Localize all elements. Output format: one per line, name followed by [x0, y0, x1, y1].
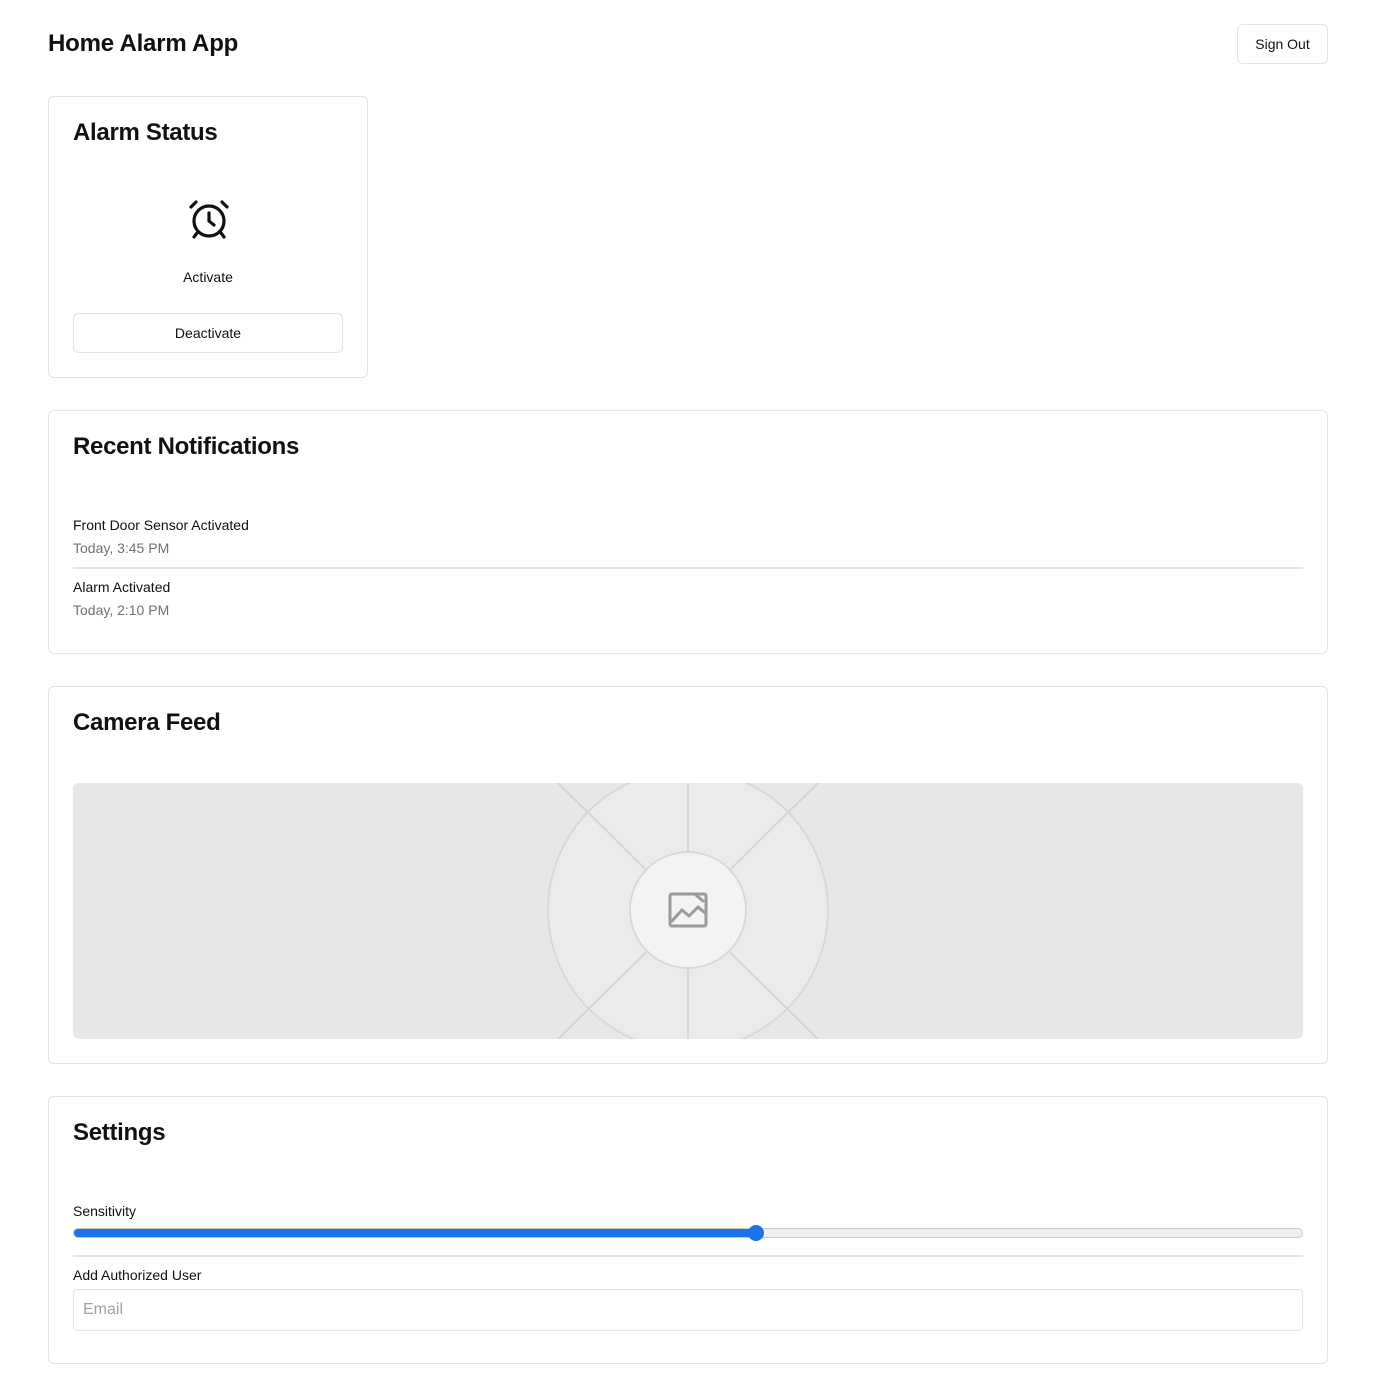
- sign-out-button[interactable]: Sign Out: [1237, 24, 1328, 64]
- app-header: Home Alarm App Sign Out: [48, 24, 1328, 64]
- notification-time: Today, 2:10 PM: [73, 602, 170, 618]
- sensitivity-label: Sensitivity: [73, 1203, 137, 1219]
- settings-card: Settings Sensitivity Add Authorized User: [48, 1096, 1328, 1364]
- alarm-state-label: Activate: [183, 269, 233, 285]
- notification-title: Front Door Sensor Activated: [73, 517, 249, 533]
- camera-feed-card: Camera Feed: [48, 686, 1328, 1064]
- slider-thumb[interactable]: [747, 1225, 764, 1241]
- divider: [73, 1255, 1303, 1257]
- divider: [73, 567, 1303, 569]
- notifications-title: Recent Notifications: [73, 433, 300, 460]
- alarm-status-card: Alarm Status Activate Deactivate: [48, 96, 368, 378]
- email-field[interactable]: [73, 1289, 1303, 1331]
- page: Home Alarm App Sign Out Alarm Status Act…: [0, 0, 1376, 1388]
- deactivate-button[interactable]: Deactivate: [73, 313, 343, 353]
- camera-feed-title: Camera Feed: [73, 709, 221, 736]
- settings-title: Settings: [73, 1119, 166, 1146]
- notification-title: Alarm Activated: [73, 579, 171, 595]
- app-title: Home Alarm App: [48, 30, 239, 57]
- notification-time: Today, 3:45 PM: [73, 540, 170, 556]
- add-user-label: Add Authorized User: [73, 1267, 202, 1283]
- camera-feed-placeholder: [73, 783, 1303, 1039]
- image-placeholder-icon: [668, 891, 708, 929]
- alarm-clock-icon: [185, 195, 233, 243]
- sensitivity-slider[interactable]: [73, 1228, 1303, 1238]
- list-item: Alarm Activated Today, 2:10 PM: [73, 579, 1303, 618]
- list-item: Front Door Sensor Activated Today, 3:45 …: [73, 517, 1303, 556]
- slider-fill: [74, 1229, 757, 1237]
- alarm-status-title: Alarm Status: [73, 119, 218, 146]
- recent-notifications-card: Recent Notifications Front Door Sensor A…: [48, 410, 1328, 654]
